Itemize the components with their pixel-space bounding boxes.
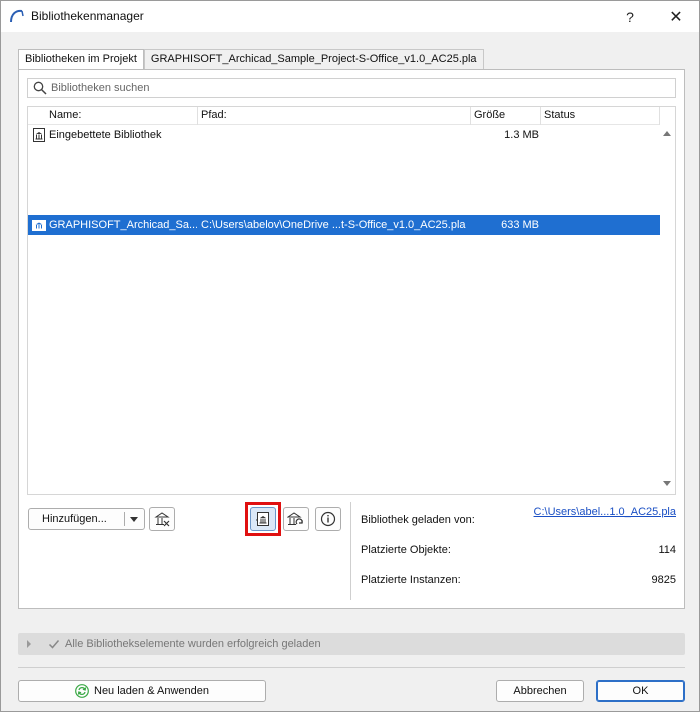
placed-objects-label: Platzierte Objekte: (361, 544, 451, 556)
reload-apply-label: Neu laden & Anwenden (94, 685, 209, 697)
footer-divider (18, 667, 685, 668)
remove-library-button[interactable] (149, 507, 175, 531)
library-status (544, 215, 654, 235)
search-icon (33, 81, 47, 95)
placed-instances-value: 9825 (651, 574, 676, 586)
remove-library-icon (154, 512, 170, 527)
embedded-library-icon (33, 128, 45, 142)
tab-libraries-in-project[interactable]: Bibliotheken im Projekt (18, 49, 144, 70)
placed-objects-value: 114 (658, 544, 676, 556)
details-divider (350, 502, 351, 600)
library-size: 1.3 MB (504, 129, 539, 141)
tab-bar: Bibliotheken im Projekt GRAPHISOFT_Archi… (18, 49, 484, 70)
checkmark-icon (48, 640, 60, 649)
split-divider (124, 512, 125, 526)
library-row-embedded[interactable]: Eingebettete Bibliothek 1.3 MB (28, 125, 660, 145)
placed-instances-label: Platzierte Instanzen: (361, 574, 461, 586)
library-size: 633 MB (501, 219, 539, 231)
add-library-label: Hinzufügen... (42, 513, 107, 525)
column-header-size[interactable]: Größe (471, 107, 541, 125)
load-status-text: Alle Bibliothekselemente wurden erfolgre… (65, 638, 321, 650)
window-title: Bibliothekenmanager (31, 9, 144, 23)
cancel-button[interactable]: Abbrechen (496, 680, 584, 702)
archicad-logo-icon (10, 9, 24, 23)
title-bar: Bibliothekenmanager ? ✕ (1, 1, 699, 32)
library-path (201, 125, 469, 145)
hotlink-library-button[interactable] (283, 507, 309, 531)
library-status (544, 125, 654, 145)
search-box[interactable] (27, 78, 676, 98)
add-library-button[interactable]: Hinzufügen... (28, 508, 145, 530)
library-path: C:\Users\abelov\OneDrive ...t-S-Office_v… (201, 219, 466, 231)
help-button[interactable]: ? (607, 1, 653, 32)
info-icon (320, 511, 336, 527)
column-header-name[interactable]: Name: (46, 107, 198, 125)
search-input[interactable] (51, 79, 675, 97)
column-header-status[interactable]: Status (541, 107, 660, 125)
ok-button[interactable]: OK (596, 680, 685, 702)
scroll-up-arrow-icon[interactable] (663, 131, 671, 136)
library-row-container[interactable]: GRAPHISOFT_Archicad_Sa... C:\Users\abelo… (28, 215, 660, 235)
reload-apply-button[interactable]: Neu laden & Anwenden (18, 680, 266, 702)
relink-library-button[interactable] (250, 507, 276, 531)
hotlink-library-icon (287, 512, 303, 525)
close-button[interactable]: ✕ (653, 1, 699, 32)
chevron-down-icon[interactable] (130, 517, 138, 522)
loaded-from-link[interactable]: C:\Users\abel...1.0_AC25.pla (534, 506, 676, 518)
chevron-right-icon[interactable] (27, 640, 31, 648)
library-list: Name: Pfad: Größe Status Eingebettete Bi… (27, 106, 676, 495)
scroll-down-arrow-icon[interactable] (663, 481, 671, 486)
relink-library-icon (256, 512, 269, 526)
column-header-path[interactable]: Pfad: (198, 107, 471, 125)
tab-container-file[interactable]: GRAPHISOFT_Archicad_Sample_Project-S-Off… (143, 49, 484, 69)
library-name: Eingebettete Bibliothek (49, 129, 162, 141)
reload-icon (75, 684, 89, 698)
library-name: GRAPHISOFT_Archicad_Sa... (49, 219, 197, 231)
list-scrollbar[interactable] (660, 107, 675, 494)
library-container-icon (32, 220, 46, 231)
list-header: Name: Pfad: Größe Status (28, 107, 660, 125)
library-info-button[interactable] (315, 507, 341, 531)
library-manager-dialog: Bibliothekenmanager ? ✕ Bibliotheken im … (0, 0, 700, 712)
load-status-bar[interactable]: Alle Bibliothekselemente wurden erfolgre… (18, 633, 685, 655)
loaded-from-label: Bibliothek geladen von: (361, 514, 475, 526)
libraries-panel: Name: Pfad: Größe Status Eingebettete Bi… (18, 69, 685, 609)
